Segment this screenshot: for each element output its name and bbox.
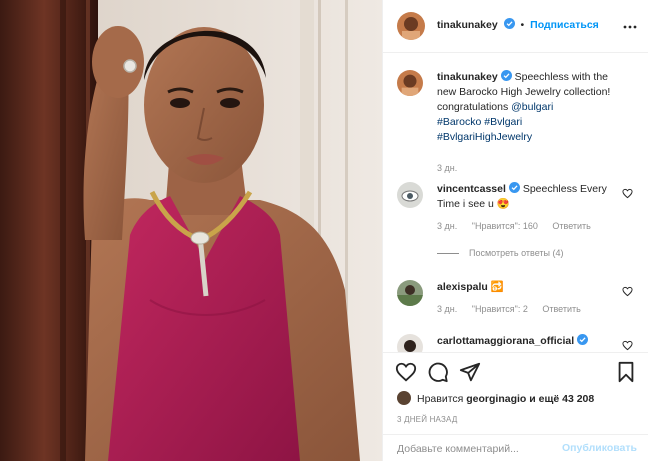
caption-body: tinakunakey Speechless with the new Baro… [437, 70, 619, 176]
hashtag-link[interactable]: #Bvlgari [484, 116, 522, 128]
comment-item: carlottamaggiorana_official [383, 334, 648, 352]
caption-username[interactable]: tinakunakey [437, 71, 498, 83]
comment-time: 3 дн. [437, 221, 458, 231]
comment-body: carlottamaggiorana_official [437, 334, 619, 349]
add-comment-bar: Опубликовать [383, 434, 648, 461]
more-horizontal-icon[interactable] [623, 20, 637, 34]
comment-item: alexispalu 🔂 3 дн. "Нравится": 2 Ответит… [383, 280, 648, 326]
reply-button[interactable]: Ответить [542, 304, 580, 314]
comment-like-count[interactable]: "Нравится": 2 [472, 304, 528, 314]
comment-icon[interactable] [427, 361, 449, 383]
comment-like-count[interactable]: "Нравится": 160 [472, 221, 538, 231]
post-side-panel: tinakunakey • Подписаться tinakunakey Sp… [382, 0, 648, 461]
header-line: tinakunakey • Подписаться [437, 18, 599, 31]
comment-input[interactable] [397, 441, 557, 457]
caption-time: 3 дн. [437, 163, 458, 173]
view-replies-button[interactable]: Посмотреть ответы (4) [437, 248, 564, 258]
likes-count[interactable]: и ещё 43 208 [529, 393, 594, 405]
comment-meta: 3 дн. "Нравится": 2 Ответить [437, 302, 619, 317]
comments-list[interactable]: tinakunakey Speechless with the new Baro… [383, 54, 648, 352]
hashtag-link[interactable]: #BvlgariHighJewelry [437, 131, 532, 143]
comment-username[interactable]: carlottamaggiorana_official [437, 335, 574, 347]
verified-badge-icon [503, 18, 515, 29]
post-caption: tinakunakey Speechless with the new Baro… [383, 70, 648, 182]
heart-outline-icon[interactable] [622, 340, 633, 351]
heart-icon[interactable] [395, 361, 417, 383]
likes-prefix: Нравится [417, 393, 464, 405]
publish-button[interactable]: Опубликовать [562, 442, 637, 454]
verified-badge-icon [577, 334, 589, 345]
post-image [0, 0, 382, 461]
view-replies-label: Посмотреть ответы (4) [469, 248, 564, 258]
post-actions: Нравится georginagio и ещё 43 208 3 ДНЕЙ… [383, 352, 648, 434]
caption-avatar[interactable] [397, 70, 423, 96]
hashtag-link[interactable]: #Barocko [437, 116, 481, 128]
comment-username[interactable]: alexispalu [437, 281, 488, 293]
caption-meta: 3 дн. [437, 161, 619, 176]
comment-body: alexispalu 🔂 3 дн. "Нравится": 2 Ответит… [437, 280, 619, 317]
replies-line [437, 253, 459, 255]
post-header: tinakunakey • Подписаться [383, 0, 648, 53]
heart-outline-icon[interactable] [622, 286, 633, 297]
share-icon[interactable] [459, 361, 481, 383]
comment-username[interactable]: vincentcassel [437, 183, 506, 195]
commenter-avatar[interactable] [397, 280, 423, 306]
comment-meta: 3 дн. "Нравится": 160 Ответить [437, 219, 619, 234]
liker-avatar[interactable] [397, 391, 411, 405]
post-time-ago[interactable]: 3 ДНЕЙ НАЗАД [397, 415, 457, 424]
heart-outline-icon[interactable] [622, 188, 633, 199]
commenter-avatar[interactable] [397, 182, 423, 208]
liker-username[interactable]: georginagio [466, 393, 526, 405]
likes-summary: Нравится georginagio и ещё 43 208 [397, 391, 594, 405]
author-username[interactable]: tinakunakey [437, 19, 498, 31]
follow-button[interactable]: Подписаться [530, 19, 599, 31]
comment-body: vincentcassel Speechless Every Time i se… [437, 182, 619, 234]
comment-text: 🔂 [490, 281, 504, 293]
bookmark-icon[interactable] [615, 361, 637, 383]
mention-link[interactable]: @bulgari [511, 101, 553, 113]
instagram-post-view: tinakunakey • Подписаться tinakunakey Sp… [0, 0, 648, 461]
author-avatar[interactable] [397, 12, 425, 40]
reply-button[interactable]: Ответить [552, 221, 590, 231]
separator-dot: • [520, 19, 525, 31]
comment-item: vincentcassel Speechless Every Time i se… [383, 182, 648, 262]
verified-badge-icon [508, 182, 520, 193]
verified-badge-icon [500, 70, 512, 81]
post-photo[interactable] [0, 0, 382, 461]
commenter-avatar[interactable] [397, 334, 423, 352]
comment-time: 3 дн. [437, 304, 458, 314]
